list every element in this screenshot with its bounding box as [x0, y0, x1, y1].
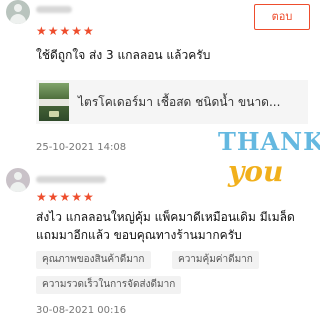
- product-card[interactable]: ไตรโคเดอร์มา เชื้อสด ชนิดน้ำ ขนาด...: [36, 80, 308, 124]
- reviewer-name-blurred: [36, 176, 106, 183]
- rating-stars: ★★★★★: [36, 24, 95, 38]
- avatar[interactable]: [6, 168, 30, 192]
- review-text-line: แถมมาอีกแล้ว ขอบคุณทางร้านมากครับ: [36, 228, 242, 242]
- review-tag: คุณภาพของสินค้าดีมาก: [36, 251, 151, 269]
- review-date: 25-10-2021 14:08: [36, 142, 127, 153]
- sticker-thank-text: THANK: [218, 127, 320, 156]
- review-text: ใช้ดีถูกใจ ส่ง 3 แกลลอน แล้วครับ: [36, 48, 211, 62]
- reviewer-name-blurred: [36, 6, 72, 13]
- review-tag: ความคุ้มค่าดีมาก: [172, 251, 259, 269]
- product-name: ไตรโคเดอร์มา เชื้อสด ชนิดน้ำ ขนาด...: [78, 95, 281, 109]
- avatar[interactable]: [6, 0, 30, 24]
- review-date: 30-08-2021 00:16: [36, 305, 127, 316]
- product-thumbnail: [39, 83, 69, 121]
- rating-stars: ★★★★★: [36, 190, 95, 204]
- review-tag: ความรวดเร็วในการจัดส่งดีมาก: [36, 276, 182, 294]
- thank-you-sticker: THANK you: [214, 130, 320, 200]
- review-text-line: ส่งไว แกลลอนใหญ่คุ้ม แพ็คมาดีเหมือนเดิม …: [36, 210, 295, 224]
- reply-button[interactable]: ตอบ: [254, 4, 310, 30]
- sticker-you-text: you: [228, 155, 284, 188]
